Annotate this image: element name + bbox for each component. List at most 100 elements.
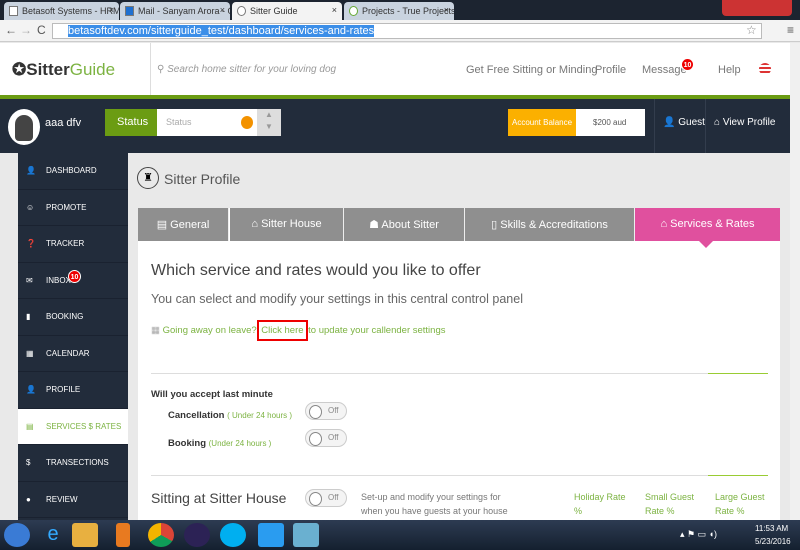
calendar-icon: ▦ — [26, 348, 34, 358]
tab-about-sitter[interactable]: ☗ About Sitter — [344, 208, 465, 241]
account-balance-value: $200 aud — [576, 109, 645, 136]
clock-date[interactable]: 5/23/2016 — [755, 537, 791, 546]
account-balance-label: Account Balance — [508, 109, 576, 136]
clock-time[interactable]: 11:53 AM — [755, 524, 788, 533]
photo-viewer-icon[interactable] — [293, 523, 319, 547]
wps-icon[interactable] — [258, 523, 284, 547]
eclipse-icon[interactable] — [184, 523, 210, 547]
ie-icon[interactable]: e — [40, 523, 66, 547]
tab-services-rates[interactable]: ⌂ Services & Rates — [635, 208, 780, 241]
cancellation-label: Cancellation ( Under 24 hours ) — [168, 410, 293, 421]
media-player-icon[interactable] — [116, 523, 130, 547]
avatar[interactable] — [8, 109, 40, 145]
close-icon[interactable]: × — [109, 5, 114, 15]
status-dot-icon — [241, 116, 253, 129]
view-profile-link[interactable]: ⌂ View Profile — [714, 117, 775, 128]
message-badge: 10 — [681, 58, 694, 71]
sitting-title: Sitting at Sitter House — [151, 490, 287, 506]
reload-icon[interactable]: C — [37, 23, 46, 37]
house-dollar-icon: ⌂ — [660, 218, 671, 230]
close-icon[interactable]: × — [444, 5, 449, 15]
document-icon: ▤ — [156, 219, 171, 231]
small-guest-rate-header: Small Guest Rate % — [645, 492, 695, 516]
browser-tab-bar: Betasoft Systems - HRMS × Mail - Sanyam A… — [0, 0, 800, 20]
leave-notice: ▦ Going away on leave? Click here to upd… — [151, 320, 445, 341]
nav-profile[interactable]: Profile — [595, 64, 626, 76]
user-icon: 👤 — [663, 117, 676, 128]
search-input[interactable]: ⚲ Search home sitter for your loving dog — [150, 43, 450, 95]
sitter-favicon-icon — [237, 6, 246, 16]
taskbar: e ▴ ⚑ ▭ ◖) 11:53 AM 5/23/2016 — [0, 520, 800, 550]
list-icon: ▤ — [26, 421, 34, 431]
certificate-icon: ▯ — [491, 219, 501, 231]
forward-icon[interactable]: → — [20, 23, 32, 37]
holiday-rate-header: Holiday Rate % — [574, 492, 626, 516]
divider — [151, 373, 768, 374]
tab-sitter-house[interactable]: ⌂ Sitter House — [230, 208, 344, 241]
sidebar-item-review[interactable]: ● REVIEW — [18, 482, 128, 518]
user-icon: 👤 — [26, 385, 36, 394]
close-icon[interactable]: × — [332, 5, 337, 15]
large-guest-rate-header: Large Guest Rate % — [715, 492, 765, 516]
sidebar-item-calendar[interactable]: ▦ CALENDAR — [18, 336, 128, 372]
sidebar-item-services-rates[interactable]: ▤ SERVICES $ RATES — [18, 408, 128, 445]
start-button[interactable] — [4, 523, 30, 547]
user-bar: aaa dfv Status Status ▲ ▼ Account Balance… — [0, 99, 790, 153]
profile-panel: ▤ General ⌂ Sitter House ☗ About Sitter … — [138, 208, 780, 530]
browser-toolbar: ← → C betasoftdev.com/sitterguide_test/d… — [0, 20, 800, 42]
smile-icon: ☺ — [26, 202, 35, 212]
status-spinner[interactable]: ▲ ▼ — [257, 109, 281, 136]
nav-help[interactable]: Help — [718, 64, 741, 76]
scrollbar[interactable] — [790, 43, 800, 520]
status-select[interactable]: Status — [157, 109, 257, 136]
sidebar-item-inbox[interactable]: ✉ INBOX 10 — [18, 263, 128, 299]
status-label: Status — [105, 109, 157, 136]
nav-get-free-sitting[interactable]: Get Free Sitting or Minding — [466, 64, 597, 76]
sitting-toggle[interactable]: Off — [305, 489, 347, 507]
close-icon[interactable]: × — [220, 5, 225, 15]
window-controls[interactable] — [722, 0, 792, 16]
sidebar-item-profile[interactable]: 👤 PROFILE — [18, 372, 128, 409]
tray-icons[interactable]: ▴ ⚑ ▭ ◖) — [680, 529, 717, 540]
projects-icon — [349, 6, 358, 16]
browser-tab-active[interactable]: Sitter Guide × — [232, 2, 342, 20]
address-bar[interactable]: betasoftdev.com/sitterguide_test/dashboa… — [52, 23, 762, 39]
sidebar-item-dashboard[interactable]: 👤 DASHBOARD — [18, 153, 128, 190]
browser-tab[interactable]: Betasoft Systems - HRMS × — [4, 2, 119, 20]
menu-icon[interactable]: ≡ — [787, 23, 794, 37]
dollar-icon: $ — [26, 458, 31, 467]
explorer-icon[interactable] — [72, 523, 98, 547]
page-title: Sitter Profile — [164, 171, 241, 187]
envelope-icon: ✉ — [26, 275, 33, 285]
logo[interactable]: ✪SitterGuide — [12, 60, 115, 80]
user-icon: 👤 — [26, 166, 36, 175]
briefcase-icon: ▮ — [26, 312, 31, 321]
sidebar-item-promote[interactable]: ☺ PROMOTE — [18, 190, 128, 226]
star-icon[interactable]: ☆ — [746, 23, 757, 37]
us-flag-icon[interactable] — [759, 63, 771, 75]
sidebar: 👤 DASHBOARD ☺ PROMOTE ❓ TRACKER ✉ INBOX 10 ▮ B… — [18, 153, 128, 523]
click-here-link[interactable]: Click here — [257, 320, 308, 341]
sidebar-item-booking[interactable]: ▮ BOOKING — [18, 299, 128, 336]
sidebar-item-tracker[interactable]: ❓ TRACKER — [18, 226, 128, 263]
tab-skills[interactable]: ▯ Skills & Accreditations — [465, 208, 635, 241]
sitter-profile-icon: ♜ — [137, 167, 159, 189]
user-name: aaa dfv — [45, 117, 82, 129]
tab-general[interactable]: ▤ General — [138, 208, 229, 241]
back-icon[interactable]: ← — [5, 23, 17, 37]
last-minute-label: Will you accept last minute — [151, 389, 273, 400]
inbox-badge: 10 — [68, 269, 81, 283]
guest-button[interactable]: 👤 Guest — [654, 99, 706, 153]
about-icon: ☗ — [369, 219, 382, 231]
cancellation-toggle[interactable]: Off — [305, 402, 347, 420]
calendar-icon: ▦ — [151, 325, 160, 336]
booking-toggle[interactable]: Off — [305, 429, 347, 447]
sidebar-item-transections[interactable]: $ TRANSECTIONS — [18, 445, 128, 482]
browser-tab[interactable]: Projects - True Projects 1.× — [344, 2, 454, 20]
comment-icon: ● — [26, 494, 31, 504]
chrome-icon[interactable] — [148, 523, 174, 547]
nav-message[interactable]: Message — [642, 64, 687, 76]
skype-icon[interactable] — [220, 523, 246, 547]
search-icon: ⚲ — [157, 64, 168, 75]
browser-tab[interactable]: Mail - Sanyam Arora - Ou × — [120, 2, 230, 20]
